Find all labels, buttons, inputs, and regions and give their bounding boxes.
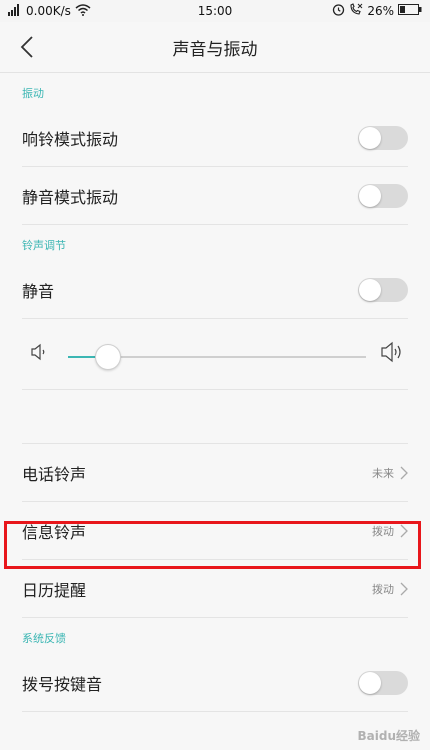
- call-icon: [349, 3, 363, 19]
- setting-row-dial-tone: 拨号按键音: [22, 654, 408, 712]
- page-title: 声音与振动: [172, 39, 258, 60]
- status-bar: 0.00K/s 15:00 26%: [0, 0, 430, 22]
- setting-row-phone-ringtone[interactable]: 电话铃声 未来: [22, 443, 408, 502]
- alarm-icon: [332, 3, 345, 19]
- setting-label: 拨号按键音: [22, 674, 103, 694]
- ring-vibrate-toggle[interactable]: [358, 125, 408, 150]
- mute-toggle[interactable]: [358, 277, 408, 302]
- toggle-knob: [359, 184, 381, 207]
- setting-value-wrap: 拨动: [372, 581, 408, 597]
- watermark: Baidu经验: [357, 729, 421, 743]
- battery-percent: 26%: [367, 4, 394, 18]
- setting-label: 电话铃声: [22, 464, 87, 484]
- back-arrow-icon: [20, 36, 33, 58]
- signal-icon: [8, 3, 22, 19]
- setting-row-silent-vibrate: 静音模式振动: [22, 167, 408, 225]
- chevron-right-icon: [400, 582, 408, 596]
- setting-row-ring-vibrate: 响铃模式振动: [22, 109, 408, 167]
- setting-label: 静音: [22, 281, 55, 301]
- toggle-knob: [359, 126, 381, 149]
- setting-row-message-ringtone[interactable]: 信息铃声 拨动: [22, 502, 408, 560]
- section-header-ringtone-adjust: 铃声调节: [22, 239, 66, 252]
- setting-value: 拨动: [372, 582, 394, 596]
- setting-value-wrap: 拨动: [372, 523, 408, 539]
- volume-low-icon: [30, 343, 48, 365]
- battery-icon: [398, 4, 422, 18]
- status-right: 26%: [332, 3, 422, 19]
- volume-slider[interactable]: [68, 344, 366, 370]
- toggle-knob: [359, 278, 381, 301]
- setting-value: 未来: [372, 466, 394, 480]
- status-left: 0.00K/s: [8, 3, 91, 19]
- network-speed: 0.00K/s: [26, 4, 71, 18]
- volume-slider-row: [22, 319, 408, 390]
- title-bar: 声音与振动: [0, 22, 430, 73]
- chevron-right-icon: [400, 466, 408, 480]
- section-header-feedback: 系统反馈: [22, 632, 66, 645]
- setting-row-mute: 静音: [22, 261, 408, 319]
- setting-label: 响铃模式振动: [22, 129, 119, 149]
- setting-label: 信息铃声: [22, 522, 87, 542]
- setting-value-wrap: 未来: [372, 465, 408, 481]
- silent-vibrate-toggle[interactable]: [358, 183, 408, 208]
- setting-value: 拨动: [372, 524, 394, 538]
- setting-label: 日历提醒: [22, 580, 87, 600]
- back-button[interactable]: [14, 34, 40, 60]
- chevron-right-icon: [400, 524, 408, 538]
- volume-slider-thumb[interactable]: [94, 344, 121, 370]
- dial-tone-toggle[interactable]: [358, 670, 408, 695]
- volume-high-icon: [380, 341, 404, 367]
- setting-label: 静音模式振动: [22, 187, 119, 207]
- setting-row-calendar-reminder[interactable]: 日历提醒 拨动: [22, 560, 408, 618]
- section-header-vibration: 振动: [22, 87, 44, 100]
- toggle-knob: [359, 671, 381, 694]
- wifi-icon: [75, 3, 91, 19]
